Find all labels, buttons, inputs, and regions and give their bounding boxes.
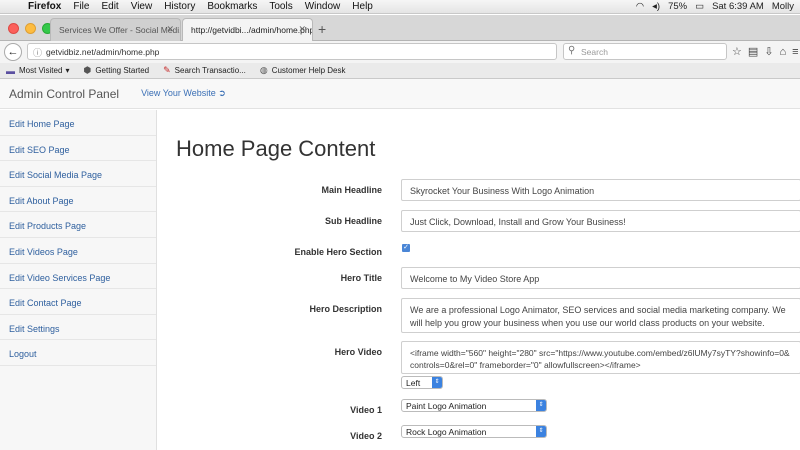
sidebar-item-edit-seo[interactable]: Edit SEO Page [0, 136, 156, 162]
menubar-status: ◠ ◂) 75% ▭ Sat 6:39 AM Molly [628, 1, 794, 12]
sidebar-item-edit-settings[interactable]: Edit Settings [0, 315, 156, 341]
enable-hero-checkbox[interactable]: ✓ [402, 244, 410, 252]
menu-tools[interactable]: Tools [269, 1, 292, 12]
tab-title: Services We Offer - Social Medi... [59, 25, 181, 35]
clock[interactable]: Sat 6:39 AM [712, 1, 764, 12]
url-bar[interactable]: ⓘ getvidbiz.net/admin/home.php ↻ [27, 43, 578, 60]
back-arrow-icon: ← [7, 46, 19, 58]
site-logo-icon: ✎ [163, 65, 171, 75]
bookmark-label: Search Transactio... [174, 66, 246, 75]
menu-edit[interactable]: Edit [101, 1, 118, 12]
video1-select[interactable]: Paint Logo Animation ⇕ [401, 399, 547, 412]
menu-icon[interactable]: ≡ [792, 46, 800, 58]
hero-description-textarea[interactable]: We are a professional Logo Animator, SEO… [401, 298, 800, 333]
tab-admin-home[interactable]: http://getvidbi.../admin/home.php ✕ [182, 18, 313, 41]
chevron-updown-icon: ⇕ [536, 400, 546, 411]
sidebar-item-edit-contact[interactable]: Edit Contact Page [0, 289, 156, 315]
info-icon[interactable]: ⓘ [33, 46, 42, 59]
main-headline-input[interactable]: Skyrocket Your Business With Logo Animat… [401, 179, 800, 201]
menu-window[interactable]: Window [305, 1, 341, 12]
bookmark-star-icon[interactable]: ☆ [732, 46, 748, 58]
firefox-icon: ⬢ [83, 65, 92, 75]
new-tab-button[interactable]: + [318, 21, 326, 37]
menu-history[interactable]: History [164, 1, 195, 12]
back-button[interactable]: ← [4, 43, 22, 61]
battery-percent[interactable]: 75% [668, 1, 687, 12]
wifi-icon[interactable]: ◠ [636, 1, 644, 12]
sidebar-item-edit-products[interactable]: Edit Products Page [0, 212, 156, 238]
browser-tabbar: Services We Offer - Social Medi... ✕ htt… [0, 15, 800, 41]
mac-menubar: Firefox File Edit View History Bookmarks… [0, 0, 800, 14]
chevron-down-icon: ▾ [65, 66, 70, 75]
bookmark-customer-help-desk[interactable]: ◍ Customer Help Desk [260, 65, 346, 76]
reading-list-icon[interactable]: ▤ [748, 46, 764, 58]
toolbar-icons: ☆▤⇩⌂≡ [732, 45, 800, 58]
sub-headline-label: Sub Headline [324, 216, 382, 226]
video1-label: Video 1 [350, 405, 382, 415]
bookmark-getting-started[interactable]: ⬢ Getting Started [83, 65, 149, 76]
search-placeholder: Search [581, 47, 608, 57]
bookmark-label: Getting Started [95, 66, 150, 75]
sub-headline-input[interactable]: Just Click, Download, Install and Grow Y… [401, 210, 800, 232]
view-website-link[interactable]: View Your Website ➲ [141, 88, 226, 99]
video2-select[interactable]: Rock Logo Animation ⇕ [401, 425, 547, 438]
menu-view[interactable]: View [131, 1, 153, 12]
admin-header: Admin Control Panel View Your Website ➲ [0, 79, 800, 109]
bookmark-label: Customer Help Desk [271, 66, 346, 75]
page-title: Home Page Content [176, 136, 376, 161]
chevron-updown-icon: ⇕ [536, 426, 546, 437]
main-content: Home Page Content Main Headline Skyrocke… [158, 110, 800, 450]
hero-title-input[interactable]: Welcome to My Video Store App [401, 267, 800, 289]
sidebar-item-edit-social-media[interactable]: Edit Social Media Page [0, 161, 156, 187]
volume-icon[interactable]: ◂) [652, 1, 660, 12]
tab-title: http://getvidbi.../admin/home.php [191, 25, 313, 35]
hero-description-label: Hero Description [309, 304, 382, 314]
chevron-updown-icon: ⇕ [432, 377, 442, 388]
hero-video-align-select[interactable]: Left ⇕ [401, 376, 443, 389]
video2-value: Rock Logo Animation [406, 427, 487, 437]
main-headline-label: Main Headline [321, 185, 382, 195]
tab-services[interactable]: Services We Offer - Social Medi... ✕ [50, 18, 181, 41]
sidebar-item-logout[interactable]: Logout [0, 340, 156, 366]
bookmark-most-visited[interactable]: ▬ Most Visited ▾ [6, 66, 69, 76]
checkmark-icon: ✓ [403, 244, 409, 251]
menu-app-firefox[interactable]: Firefox [28, 1, 61, 12]
sidebar-item-edit-home[interactable]: Edit Home Page [0, 110, 156, 136]
close-icon[interactable]: ✕ [166, 24, 174, 35]
arrow-circle-right-icon: ➲ [218, 88, 226, 98]
download-icon[interactable]: ⇩ [764, 46, 779, 58]
hero-video-textarea[interactable]: <iframe width="560" height="280" src="ht… [401, 341, 800, 374]
enable-hero-label: Enable Hero Section [294, 247, 382, 257]
admin-sidebar: Edit Home Page Edit SEO Page Edit Social… [0, 110, 157, 450]
search-icon: ⚲ [568, 45, 576, 56]
hero-video-label: Hero Video [334, 347, 382, 357]
bookmark-label: Most Visited [19, 66, 63, 75]
hero-video-align-value: Left [406, 378, 421, 388]
battery-icon: ▭ [695, 1, 705, 12]
menu-help[interactable]: Help [352, 1, 373, 12]
hero-title-label: Hero Title [340, 273, 382, 283]
bookmarks-bar: ▬ Most Visited ▾ ⬢ Getting Started ✎ Search … [0, 63, 800, 79]
minimize-window-button[interactable] [25, 23, 36, 34]
view-website-label: View Your Website [141, 88, 216, 98]
close-window-button[interactable] [8, 23, 19, 34]
menu-file[interactable]: File [73, 1, 89, 12]
home-icon[interactable]: ⌂ [780, 46, 793, 58]
globe-icon: ◍ [259, 65, 268, 75]
sidebar-item-edit-video-services[interactable]: Edit Video Services Page [0, 264, 156, 290]
browser-navbar: ← ⓘ getvidbiz.net/admin/home.php ↻ ⚲ Sea… [0, 41, 800, 63]
close-icon[interactable]: ✕ [298, 24, 306, 35]
bookmark-search-transactions[interactable]: ✎ Search Transactio... [163, 65, 246, 76]
video2-label: Video 2 [350, 431, 382, 441]
menu-bookmarks[interactable]: Bookmarks [207, 1, 257, 12]
admin-brand[interactable]: Admin Control Panel [9, 87, 119, 101]
sidebar-item-edit-about[interactable]: Edit About Page [0, 187, 156, 213]
folder-icon: ▬ [6, 65, 15, 76]
search-input[interactable]: ⚲ Search [563, 43, 727, 60]
sidebar-item-edit-videos[interactable]: Edit Videos Page [0, 238, 156, 264]
url-text: getvidbiz.net/admin/home.php [46, 47, 160, 57]
video1-value: Paint Logo Animation [406, 401, 487, 411]
user-name[interactable]: Molly [772, 1, 794, 12]
